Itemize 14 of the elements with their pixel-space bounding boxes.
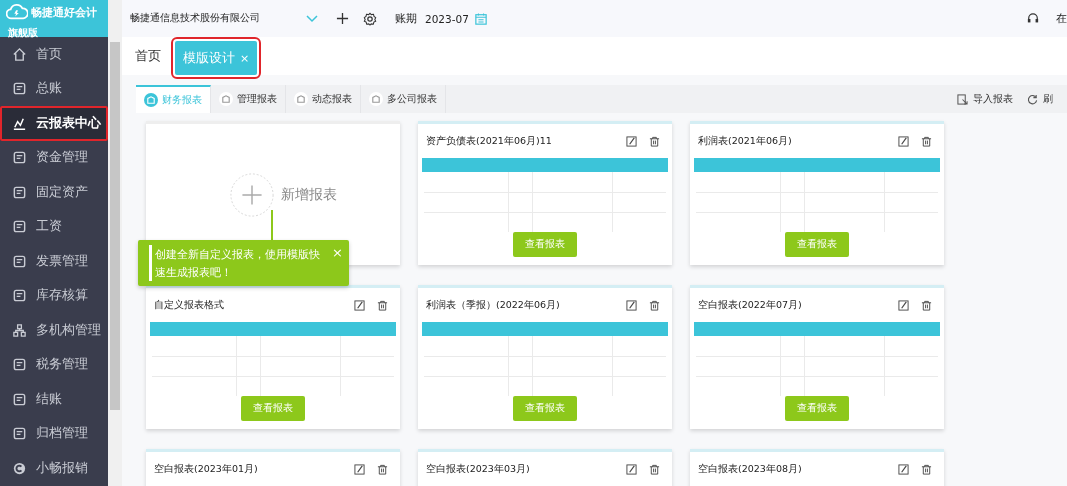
report-title: 空白报表(2023年03月) (426, 462, 531, 476)
company-name: 畅捷通信息技术股份有限公司 (130, 12, 261, 25)
period-label: 账期 (395, 11, 417, 26)
report-title: 资产负债表(2021年06月)11 (426, 134, 553, 148)
logo-text: 畅捷通好会计 (31, 4, 97, 20)
report-title: 空白报表(2022年07月) (698, 298, 803, 312)
hint-text: 创建全新自定义报表，使用模版快速生成报表吧！ (149, 245, 329, 281)
report-title: 空白报表(2023年08月) (698, 462, 803, 476)
report-title: 空白报表(2023年01月) (154, 462, 259, 476)
report-title: 自定义报表格式 (154, 298, 225, 312)
report-title: 利润表（季报）(2022年06月) (426, 298, 561, 312)
report-title: 利润表(2021年06月) (698, 134, 793, 148)
edition-label: 旗舰版 (8, 27, 38, 40)
new-report-label: 新增报表 (281, 186, 337, 204)
